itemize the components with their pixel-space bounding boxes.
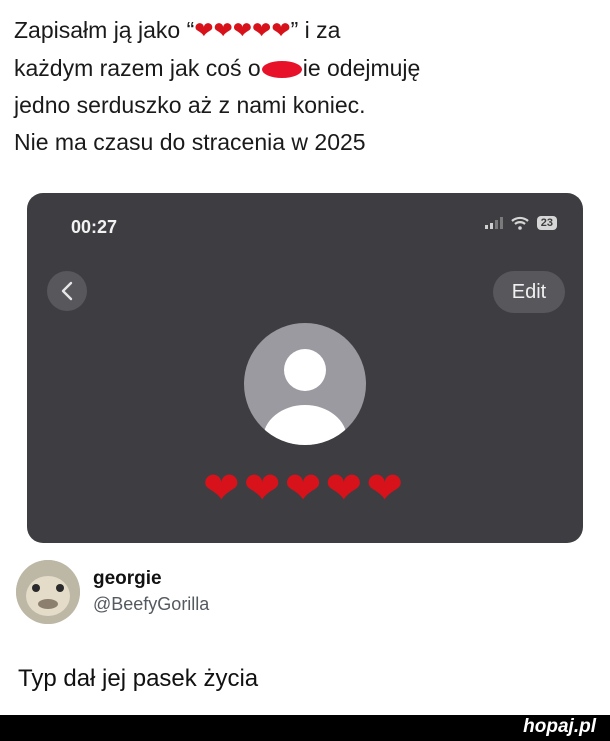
fish-avatar-icon xyxy=(16,560,80,624)
status-time: 00:27 xyxy=(71,217,118,237)
caption-line2b: ie odejmuję xyxy=(302,55,421,81)
caption-hearts: ❤❤❤❤❤ xyxy=(194,18,291,44)
phone-screenshot: 00:27 23 Edit ❤❤❤❤❤ xyxy=(27,193,583,543)
back-button[interactable] xyxy=(47,271,87,311)
person-icon xyxy=(263,349,347,445)
user-avatar[interactable] xyxy=(16,560,80,624)
post-caption: Zapisałm ją jako “❤❤❤❤❤” i za każdym raz… xyxy=(14,12,599,161)
edit-button[interactable]: Edit xyxy=(493,271,565,313)
contact-name-hearts: ❤❤❤❤❤ xyxy=(202,463,408,514)
wifi-icon xyxy=(511,216,529,230)
tweet-text: Typ dał jej pasek życia xyxy=(18,665,259,692)
status-icons: 23 xyxy=(484,216,557,230)
site-logo[interactable]: hopaj.pl xyxy=(523,716,596,738)
signal-icon xyxy=(484,217,503,229)
chevron-left-icon xyxy=(61,281,73,301)
caption-line3: jedno serduszko aż z nami koniec. xyxy=(14,92,366,118)
caption-line1b: ” i za xyxy=(290,17,341,43)
user-display-name[interactable]: georgie xyxy=(93,568,162,590)
battery-indicator: 23 xyxy=(536,216,557,230)
user-handle[interactable]: @BeefyGorilla xyxy=(93,594,209,615)
footer-bar: hopaj.pl xyxy=(0,715,610,741)
censor-blot xyxy=(261,61,302,79)
contact-avatar xyxy=(244,323,366,445)
caption-line2a: każdym razem jak coś o xyxy=(14,55,261,81)
caption-line1a: Zapisałm ją jako “ xyxy=(14,17,195,43)
caption-line4: Nie ma czasu do stracenia w 2025 xyxy=(14,129,366,155)
